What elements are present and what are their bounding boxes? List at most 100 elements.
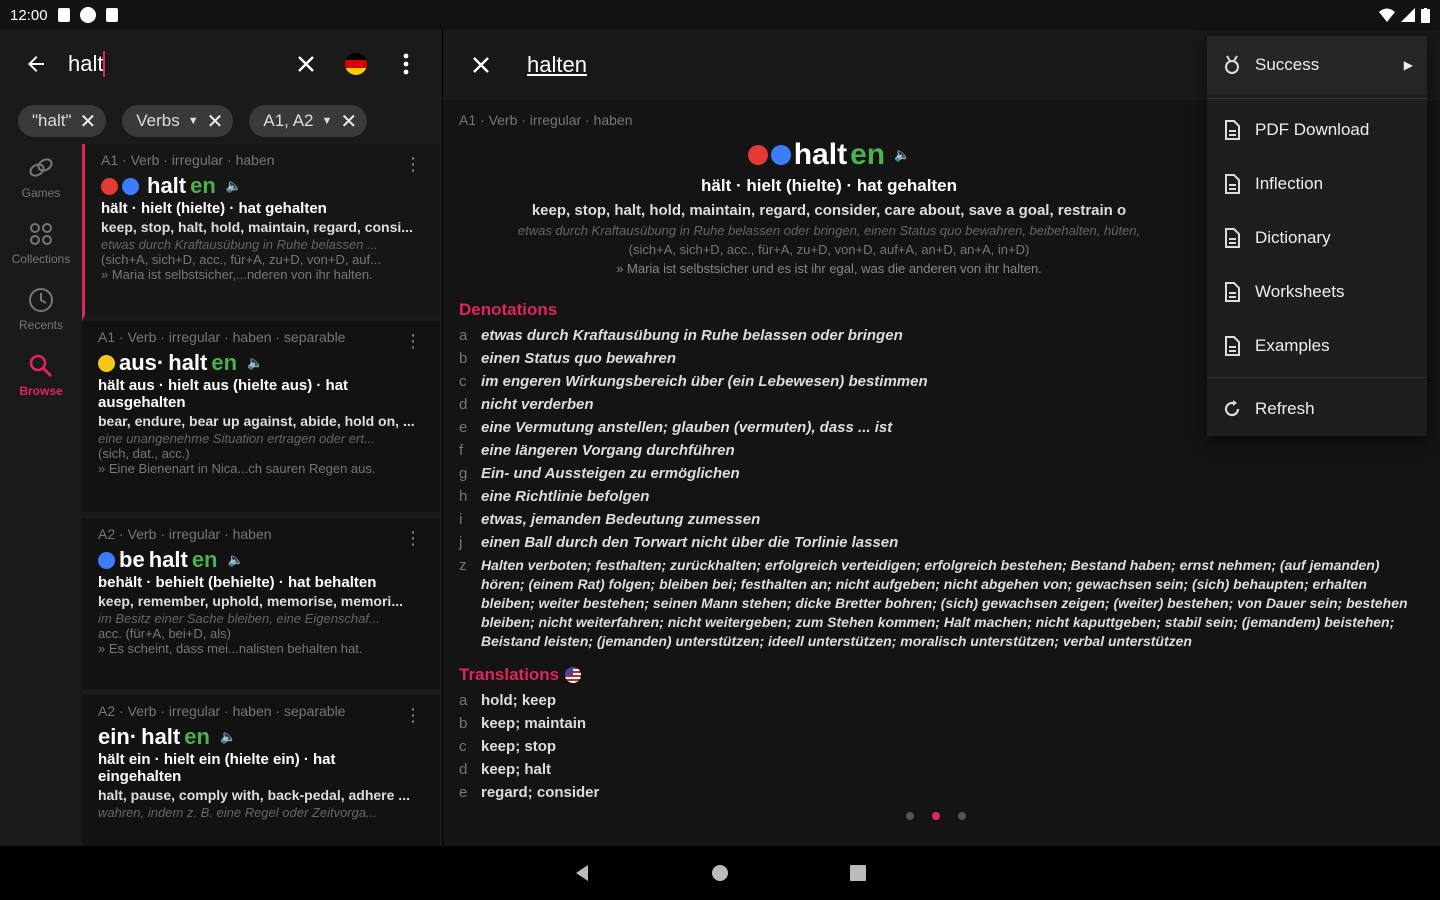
nav-item-recents[interactable]: Recents (0, 276, 82, 342)
more-vert-icon[interactable]: ⋮ (404, 528, 422, 549)
back-arrow-icon[interactable] (18, 46, 54, 82)
speaker-icon[interactable]: 🔈 (226, 178, 242, 194)
list-item: j einen Ball durch den Torwart nicht über… (459, 533, 1424, 552)
item-text: im engeren Wirkungsbereich über (ein Leb… (481, 373, 928, 390)
item-letter: a (459, 692, 468, 709)
item-text: einen Ball durch den Torwart nicht über … (481, 534, 899, 551)
speaker-icon[interactable]: 🔈 (247, 355, 263, 371)
recents-square-icon[interactable] (848, 863, 868, 883)
speaker-icon[interactable]: 🔈 (220, 729, 236, 745)
item-letter: e (459, 784, 468, 801)
page-dot[interactable] (958, 812, 966, 820)
close-icon[interactable]: ✕ (340, 109, 357, 134)
home-circle-icon[interactable] (710, 863, 730, 883)
gender-dot (122, 177, 139, 195)
overflow-menu: Success ▶ PDF Download Inflection Dictio… (1207, 36, 1427, 436)
item-text: Halten verboten; festhalten; zurückhalte… (481, 557, 1408, 649)
headword: halt en 🔈 (459, 138, 1199, 172)
nav-item-games[interactable]: Games (0, 144, 82, 210)
list-item: c keep; stop (459, 737, 1424, 756)
word-example: » Maria ist selbstsicher,...nderen von i… (101, 267, 373, 282)
nav-item-browse[interactable]: Browse (0, 342, 82, 408)
item-text: keep; stop (481, 738, 557, 755)
app-notification-icon (79, 7, 96, 23)
result-card[interactable]: A2 · Verb · irregular · haben · separabl… (82, 695, 440, 846)
gender-dot (98, 354, 115, 372)
item-letter: c (459, 738, 467, 755)
speaker-icon[interactable]: 🔈 (894, 147, 910, 163)
filter-chip-query[interactable]: "halt" ✕ (18, 105, 107, 137)
menu-divider (1207, 98, 1427, 99)
item-text: keep; halt (481, 761, 552, 778)
menu-label: Success (1255, 55, 1320, 74)
word-meta: A2 · Verb · irregular · haben (98, 526, 272, 542)
word-example: » Maria ist selbstsicher und es ist ihr … (616, 261, 1042, 276)
word-cases: (sich+A, sich+D, acc., für+A, zu+D, von+… (628, 242, 1030, 257)
menu-item-dictionary[interactable]: Dictionary (1207, 211, 1427, 265)
word-forms: hält aus · hielt aus (hielte aus) · hat … (98, 377, 349, 411)
menu-divider (1207, 377, 1427, 378)
filter-chip-level[interactable]: A1, A2 ▼ ✕ (249, 105, 368, 137)
search-pane: halt "halt" ✕ Verbs ▼ ✕ A1, A2 ▼ ✕ Games… (0, 30, 442, 846)
system-navigation-bar (0, 846, 1440, 900)
close-icon[interactable] (463, 47, 499, 83)
page-dot[interactable] (906, 812, 914, 820)
word-stem: halt (793, 138, 848, 171)
more-vert-icon[interactable]: ⋮ (404, 705, 422, 726)
result-card[interactable]: A2 · Verb · irregular · haben ⋮ be halt en… (82, 518, 440, 695)
more-vert-icon[interactable]: ⋮ (404, 331, 422, 352)
item-letter: j (459, 534, 463, 551)
sd-card-icon (105, 8, 118, 22)
word-translation: bear, endure, bear up against, abide, ho… (98, 413, 415, 429)
list-item: b keep; maintain (459, 714, 1424, 733)
menu-item-refresh[interactable]: Refresh (1207, 382, 1427, 436)
word-ending: en (211, 350, 238, 375)
close-icon[interactable]: ✕ (79, 109, 96, 134)
list-item: f eine längeren Vorgang durchführen (459, 441, 1424, 460)
menu-item-worksheets[interactable]: Worksheets (1207, 265, 1427, 319)
speaker-icon[interactable]: 🔈 (228, 552, 244, 568)
page-dot-active[interactable] (932, 812, 940, 820)
more-vert-icon[interactable]: ⋮ (404, 154, 422, 175)
menu-item-examples[interactable]: Examples (1207, 319, 1427, 373)
word-title: halt en 🔈 (101, 172, 424, 200)
refresh-icon (1224, 400, 1240, 417)
language-flag-icon[interactable] (338, 46, 374, 82)
word-definition: eine unangenehme Situation ertragen oder… (98, 431, 375, 446)
search-bar: halt (0, 30, 442, 98)
word-meta: A1 · Verb · irregular · haben (101, 152, 275, 168)
word-prefix: aus· (119, 350, 165, 375)
item-letter: d (459, 396, 468, 413)
result-card[interactable]: A1 · Verb · irregular · haben · separabl… (82, 321, 440, 518)
item-letter: b (459, 350, 468, 367)
word-forms: behält · behielt (behielte) · hat behalt… (98, 574, 377, 591)
dropdown-arrow-icon[interactable]: ▼ (322, 115, 333, 127)
dropdown-arrow-icon[interactable]: ▼ (188, 115, 199, 127)
item-text: keep; maintain (481, 715, 587, 732)
nav-item-collections[interactable]: Collections (0, 210, 82, 276)
more-vert-icon[interactable] (388, 46, 424, 82)
back-triangle-icon[interactable] (572, 863, 592, 883)
results-list: A1 · Verb · irregular · haben ⋮ halt en 🔈… (82, 144, 440, 846)
clock-icon (29, 288, 53, 312)
item-text: nicht verderben (481, 396, 594, 413)
menu-item-inflection[interactable]: Inflection (1207, 157, 1427, 211)
word-translation: keep, stop, halt, hold, maintain, regard… (101, 219, 413, 235)
word-cases: acc. (für+A, bei+D, als) (98, 626, 231, 641)
item-text: etwas durch Kraftausübung in Ruhe belass… (481, 327, 903, 344)
clear-search-icon[interactable] (288, 46, 324, 82)
item-text: eine längeren Vorgang durchführen (481, 442, 735, 459)
word-prefix: be (119, 547, 145, 572)
item-letter: a (459, 327, 468, 344)
close-icon[interactable]: ✕ (207, 109, 224, 134)
word-translation: halt, pause, comply with, back-pedal, ad… (98, 787, 410, 803)
result-card[interactable]: A1 · Verb · irregular · haben ⋮ halt en 🔈… (82, 144, 440, 321)
menu-item-success[interactable]: Success ▶ (1207, 36, 1427, 94)
menu-item-pdf-download[interactable]: PDF Download (1207, 103, 1427, 157)
search-input[interactable]: halt (68, 51, 103, 77)
word-definition: wahren, indem z. B. eine Regel oder Zeit… (98, 805, 377, 820)
text-cursor (103, 51, 106, 77)
list-item: g Ein- und Aussteigen zu ermöglichen (459, 464, 1424, 483)
filter-chip-word-type[interactable]: Verbs ▼ ✕ (122, 105, 234, 137)
item-letter: c (459, 373, 467, 390)
